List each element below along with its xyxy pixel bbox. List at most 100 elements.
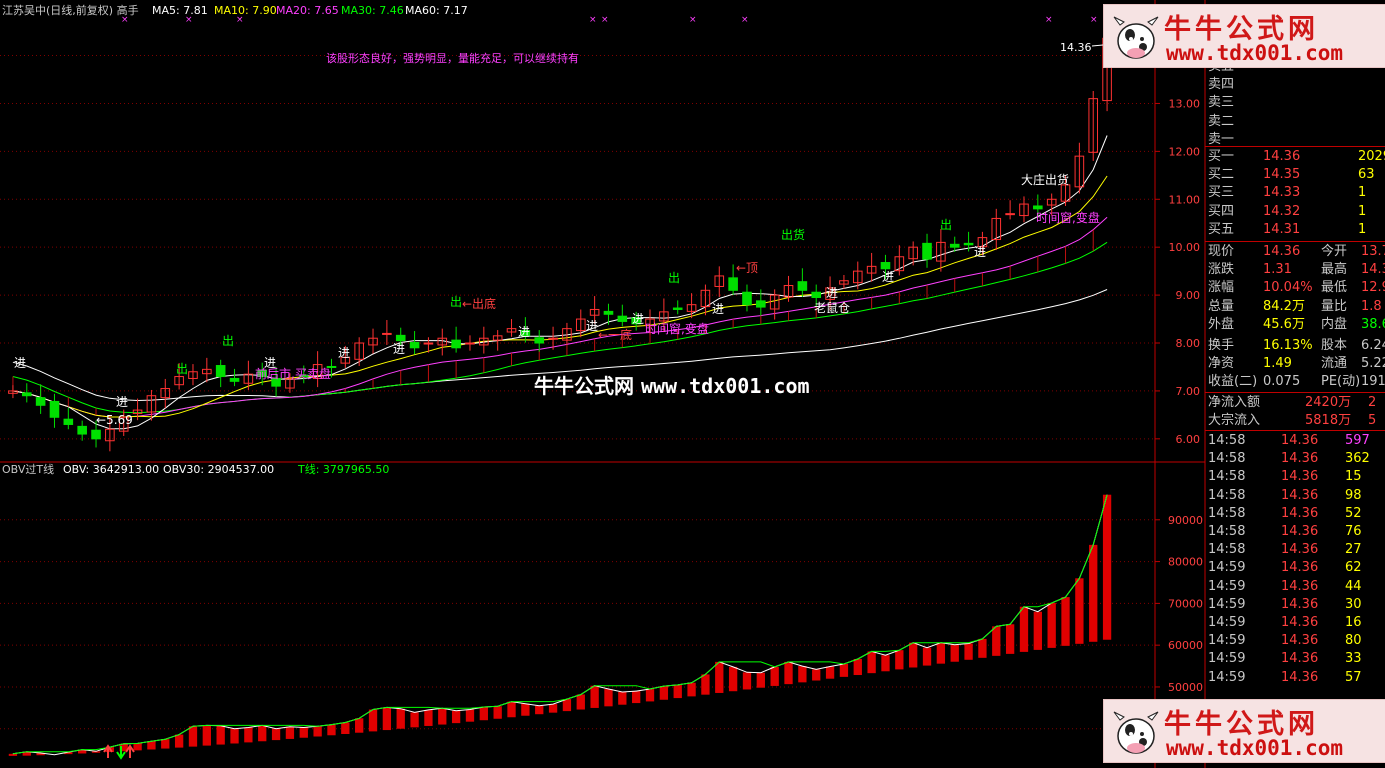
trend-comment: 该股形态良好，强势明显，量能充足，可以继续持有 <box>326 51 579 65</box>
candle-body <box>395 334 406 342</box>
obv30-value: OBV30: 2904537.00 <box>163 463 274 476</box>
obv-bar <box>368 709 378 732</box>
candle-body <box>756 300 766 308</box>
buy-level-price: 14.32 <box>1263 203 1301 219</box>
price-tick-label: 11.00 <box>1169 193 1201 206</box>
candle-body <box>797 281 808 291</box>
tick-time: 14:59 <box>1208 596 1246 612</box>
obv-bar <box>562 699 572 712</box>
stat-value: 13.7 <box>1361 244 1385 259</box>
stat-value: 45.6万 <box>1263 316 1305 332</box>
stock-title: 江苏吴中(日线,前复权) 高手 <box>2 3 139 17</box>
tick-row: 14:58 14.36 597 <box>1205 432 1385 450</box>
price-tick-label: 8.00 <box>1176 337 1201 350</box>
tick-price: 14.36 <box>1281 487 1319 503</box>
stat-label: 涨幅 <box>1208 280 1235 296</box>
candle-body <box>465 342 475 345</box>
signal-marker: × <box>601 15 609 25</box>
tick-price: 14.36 <box>1281 669 1319 685</box>
annotation-yidi: ←一底 <box>598 327 632 342</box>
annotation-laoshu: 老鼠仓 <box>814 301 850 315</box>
signal-marker: × <box>589 15 597 25</box>
tick-time: 14:59 <box>1208 615 1246 630</box>
obv-bar <box>396 708 405 729</box>
obv-bar <box>645 689 655 702</box>
tick-row: 14:59 14.36 57 <box>1205 669 1385 687</box>
annotation-change_note: 前后市,买卖盘 <box>255 366 331 381</box>
candle-body <box>603 310 614 315</box>
stat-label: PE(动) <box>1321 374 1361 390</box>
tline-value: T线: 3797965.50 <box>297 462 389 476</box>
obv-bar <box>1061 597 1070 646</box>
stat-value: 5.22 <box>1361 356 1385 372</box>
watermark-bottom-url: www.tdx001.com <box>1166 736 1344 760</box>
cow-logo-icon <box>1113 16 1159 59</box>
buy-level-row: 买五 14.31 1 <box>1205 221 1385 239</box>
obv-bar <box>715 661 724 693</box>
tick-price: 14.36 <box>1281 615 1319 630</box>
obv-bar <box>992 626 1001 656</box>
obv-bar <box>424 709 433 726</box>
stat-label: 净资 <box>1208 356 1235 372</box>
flow-value: 2 <box>1368 394 1377 410</box>
obv-bar <box>133 743 142 751</box>
tick-volume: 52 <box>1345 505 1362 521</box>
tick-time: 14:58 <box>1208 487 1246 503</box>
obv-bar <box>1005 624 1015 654</box>
obv-bar <box>174 734 184 748</box>
candle-body <box>63 418 74 425</box>
obv-bar <box>867 651 876 674</box>
tick-row: 14:58 14.36 362 <box>1205 450 1385 468</box>
obv-bar <box>1033 611 1042 650</box>
buy-level-price: 14.31 <box>1263 221 1301 237</box>
buy-level-volume: 1 <box>1358 203 1367 219</box>
obv-bar <box>1075 578 1084 644</box>
stat-value: 1.8 <box>1361 298 1382 314</box>
obv-bar <box>618 691 627 705</box>
ma30-label: MA30: 7.46 <box>341 4 404 17</box>
obv-bar <box>1047 602 1056 648</box>
candle-body <box>617 315 628 322</box>
stat-value: 14.3 <box>1361 262 1385 278</box>
obv-value: OBV: 3642913.00 <box>63 463 159 476</box>
candle-body <box>534 337 545 344</box>
flow-value: 5818万 <box>1305 412 1352 428</box>
annotation-dingdian: ←顶 <box>736 261 758 275</box>
annotation-jin: 进 <box>14 356 26 370</box>
stat-value: 0.075 <box>1263 374 1301 390</box>
buy-level-volume: 20290 <box>1358 149 1385 164</box>
tick-row: 14:59 14.36 44 <box>1205 578 1385 596</box>
annotation-time_window: 时间窗,变盘 <box>645 321 709 336</box>
stat-label: 内盘 <box>1321 316 1348 332</box>
watermark-top: 牛牛公式网 www.tdx001.com <box>1103 4 1385 68</box>
annotation-jin: 进 <box>586 319 598 333</box>
tick-volume: 76 <box>1345 524 1362 539</box>
tick-time: 14:59 <box>1208 633 1246 649</box>
flow-label: 净流入额 <box>1208 394 1261 410</box>
obv-bar <box>978 638 987 658</box>
quote-stat-row: 总量 84.2万 量比 1.8 <box>1205 298 1385 316</box>
obv-tick-label: 90000 <box>1168 514 1203 527</box>
candle-body <box>409 342 420 349</box>
obv-bar <box>909 642 918 668</box>
candle-body <box>1005 213 1015 216</box>
tick-price: 14.36 <box>1281 596 1319 612</box>
buy-level-price: 14.33 <box>1263 185 1301 201</box>
obv-bar <box>202 725 211 746</box>
tick-volume: 597 <box>1345 433 1370 448</box>
candle-body <box>49 400 60 418</box>
tick-price: 14.36 <box>1281 433 1319 448</box>
quote-stat-row: 现价 14.36 今开 13.7 <box>1205 243 1385 261</box>
obv-bar <box>895 650 904 670</box>
annotation-jin: 进 <box>518 325 530 339</box>
tick-time: 14:58 <box>1208 433 1246 448</box>
buy-level-volume: 1 <box>1358 185 1367 201</box>
quote-stat-row: 净资 1.49 流通 5.22 <box>1205 355 1385 373</box>
obv-bar <box>230 728 239 744</box>
obv-bar <box>161 739 170 749</box>
stat-label: 最高 <box>1321 262 1348 278</box>
tick-volume: 15 <box>1345 469 1362 485</box>
price-tick-label: 7.00 <box>1176 385 1201 398</box>
obv-bar <box>465 709 475 722</box>
obv-bar <box>341 722 350 734</box>
